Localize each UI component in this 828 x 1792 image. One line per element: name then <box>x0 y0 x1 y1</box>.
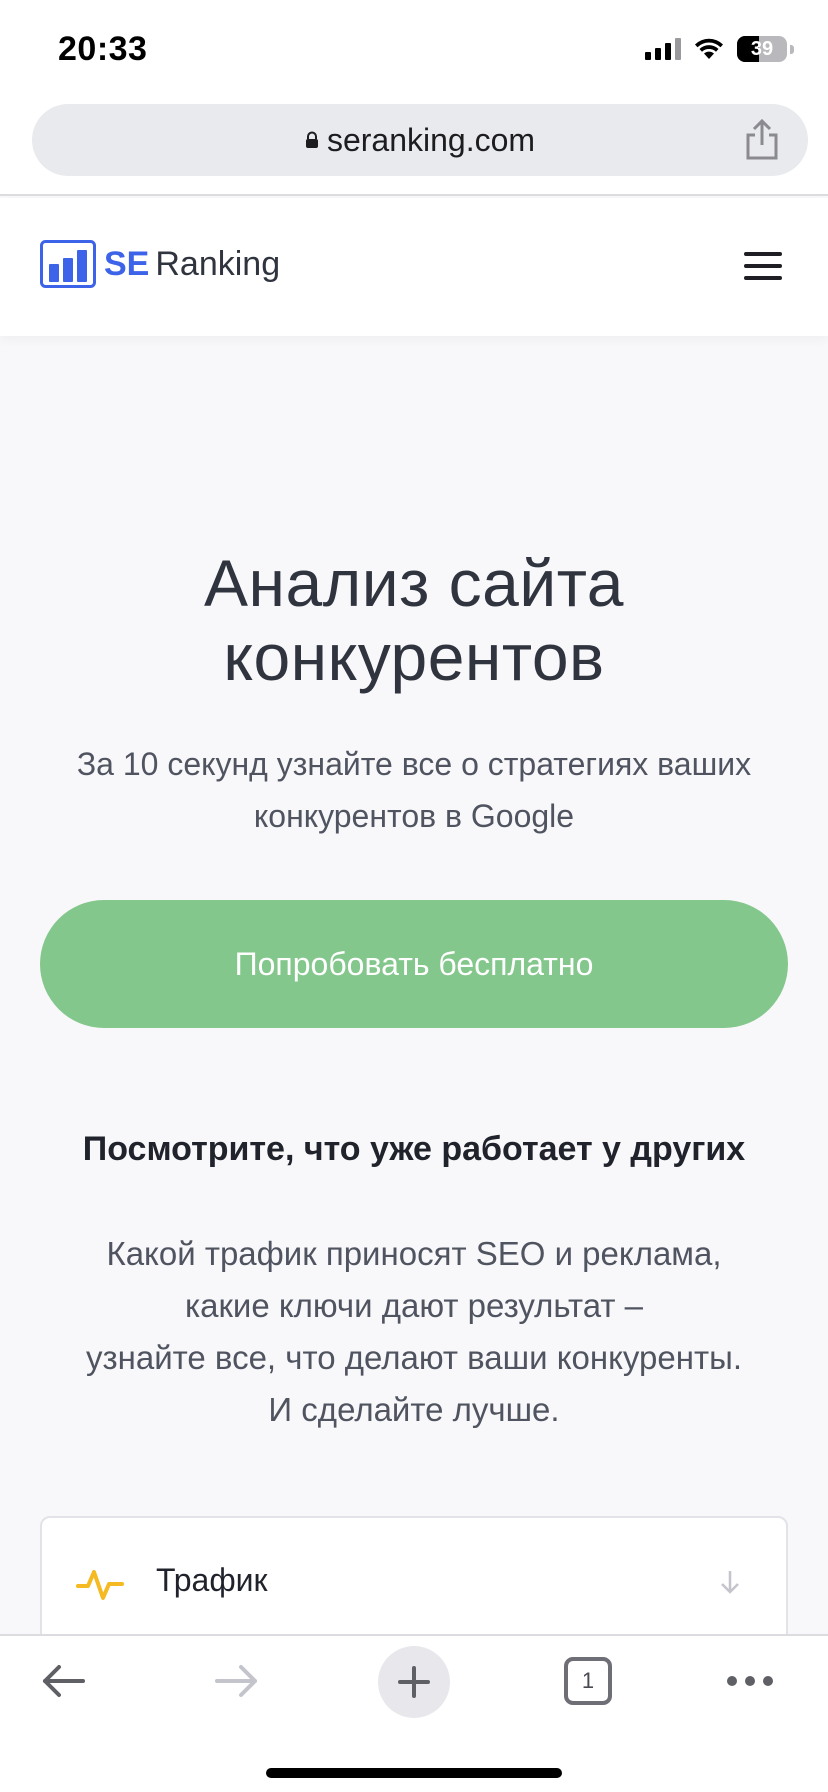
back-arrow-icon <box>43 1665 85 1697</box>
address-bar[interactable]: seranking.com <box>32 104 808 176</box>
browser-address-area: seranking.com <box>0 96 828 196</box>
section-text-line: какие ключи дают результат – <box>184 1287 644 1324</box>
url-text: seranking.com <box>326 121 536 158</box>
tabs-icon: 1 <box>564 1657 612 1705</box>
pulse-icon <box>76 1570 124 1600</box>
section-text: Какой трафик приносят SEO и реклама, как… <box>30 1228 798 1436</box>
signal-icon <box>645 38 681 60</box>
section-text-line: Какой трафик приносят SEO и реклама, <box>106 1235 722 1272</box>
forward-button[interactable] <box>206 1636 268 1726</box>
more-icon <box>727 1676 773 1686</box>
logo-se: SE <box>104 244 150 283</box>
plus-icon <box>398 1666 430 1698</box>
back-button[interactable] <box>32 1636 94 1726</box>
status-time: 20:33 <box>58 30 148 68</box>
forward-arrow-icon <box>215 1665 257 1697</box>
status-bar: 20:33 39 <box>0 0 828 96</box>
section-text-line: узнайте все, что делают ваши конкуренты. <box>86 1339 742 1376</box>
site-header: SE Ranking <box>0 198 828 336</box>
hamburger-menu-icon[interactable] <box>744 252 782 280</box>
logo-ranking: Ranking <box>155 244 281 283</box>
battery-level: 39 <box>750 37 774 60</box>
status-icons: 39 <box>645 36 794 62</box>
logo[interactable]: SE Ranking <box>40 240 280 288</box>
card-title: Трафик <box>156 1562 268 1598</box>
lock-icon <box>305 131 318 148</box>
home-indicator <box>266 1768 562 1778</box>
wifi-icon <box>695 38 723 59</box>
share-icon[interactable] <box>742 119 782 161</box>
logo-mark-icon <box>40 240 96 288</box>
battery-group: 39 <box>737 36 794 62</box>
hero-subtitle: За 10 секунд узнайте все о стратегиях ва… <box>76 746 752 834</box>
section-heading: Посмотрите, что уже работает у других <box>82 1130 746 1168</box>
new-tab-button[interactable] <box>378 1646 450 1718</box>
tabs-button[interactable]: 1 <box>562 1636 614 1726</box>
section-text-line: И сделайте лучше. <box>268 1391 560 1428</box>
page-title: Анализ сайта конкурентов <box>204 546 624 694</box>
battery-icon: 39 <box>737 36 787 62</box>
arrow-down-icon <box>721 1571 739 1594</box>
try-free-button[interactable]: Попробовать бесплатно <box>40 900 788 1028</box>
more-button[interactable] <box>720 1636 780 1726</box>
